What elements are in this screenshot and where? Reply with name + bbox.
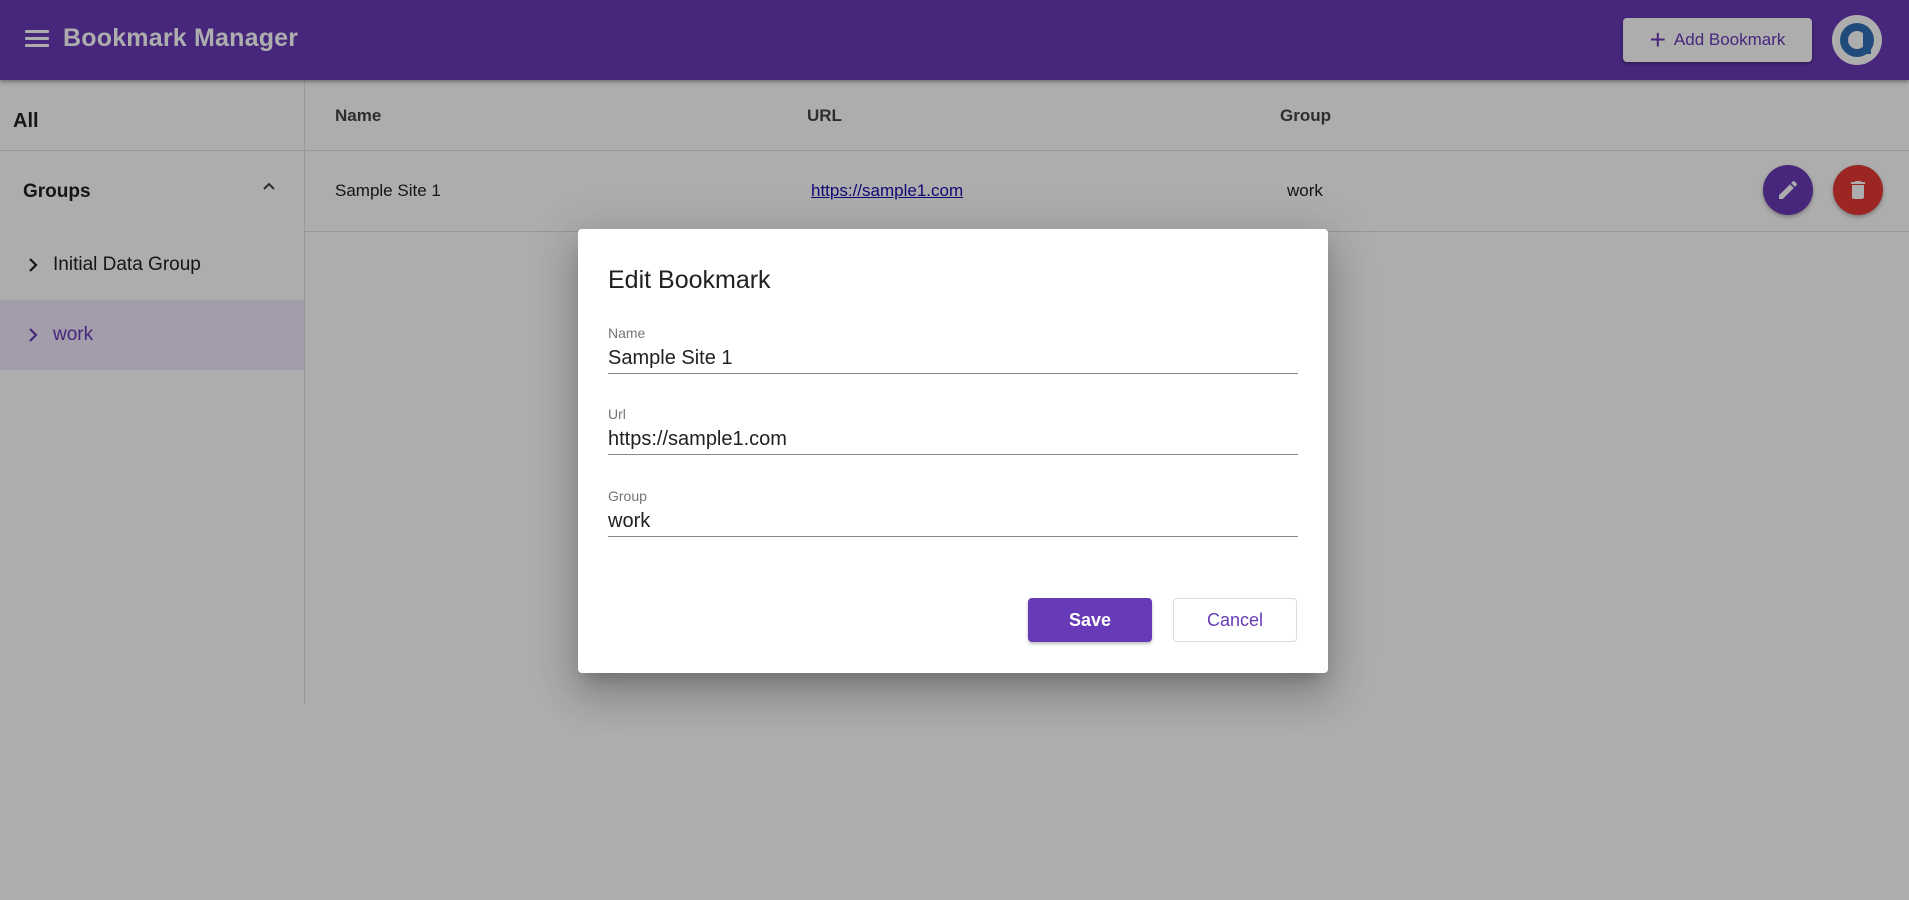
group-field: Group: [608, 488, 1298, 548]
save-button[interactable]: Save: [1028, 598, 1152, 642]
dialog-title: Edit Bookmark: [608, 266, 771, 294]
group-input[interactable]: [608, 506, 1298, 537]
cancel-button[interactable]: Cancel: [1173, 598, 1297, 642]
app: Bookmark Manager + Add Bookmark All Grou…: [0, 0, 1909, 900]
edit-bookmark-dialog: Edit Bookmark Name Url Group Save Cancel: [578, 229, 1328, 673]
group-field-label: Group: [608, 488, 647, 504]
name-field: Name: [608, 325, 1298, 385]
name-input[interactable]: [608, 343, 1298, 374]
url-field-label: Url: [608, 406, 626, 422]
name-field-label: Name: [608, 325, 646, 341]
url-field: Url: [608, 406, 1298, 466]
url-input[interactable]: [608, 424, 1298, 455]
